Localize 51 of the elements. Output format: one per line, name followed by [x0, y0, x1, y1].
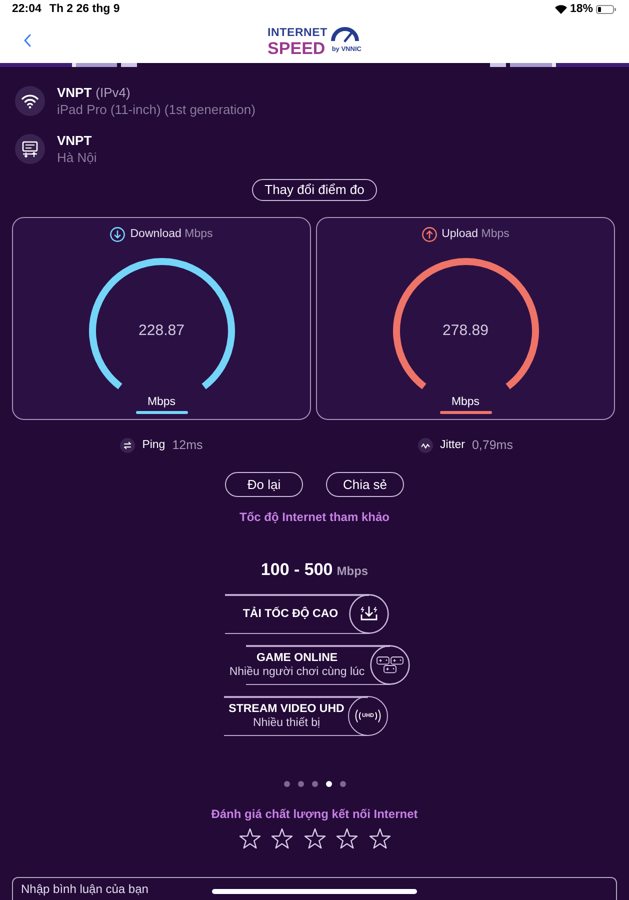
speed-card-title: Download Mbps — [130, 227, 213, 241]
metric-value: 12ms — [172, 438, 203, 452]
action-button[interactable]: Đo lại — [225, 472, 303, 497]
provider-detail: Hà Nội — [57, 149, 97, 166]
change-server-button[interactable]: Thay đổi điểm đo — [252, 179, 378, 201]
metric-value: 0,79ms — [472, 438, 513, 452]
gamepads-icon — [370, 645, 410, 685]
rating-star[interactable] — [271, 828, 293, 849]
battery-percentage: 18% — [570, 2, 593, 16]
metric-label: Ping — [142, 438, 166, 452]
rating-star[interactable] — [304, 828, 326, 849]
rating-star[interactable] — [368, 828, 390, 849]
speed-card-title: Upload Mbps — [442, 227, 510, 241]
rating-title: Đánh giá chất lượng kết nối Internet — [211, 806, 418, 822]
speed-value: 228.87 — [138, 322, 184, 340]
wave-icon — [418, 438, 434, 452]
unit-underline — [440, 411, 492, 414]
feature-title: TẢI TỐC ĐỘ CAO — [242, 607, 338, 621]
metric-label: Jitter — [440, 438, 465, 452]
unit-underline — [136, 411, 188, 414]
signal-waves-icon — [354, 709, 362, 723]
signal-waves-icon — [374, 709, 382, 723]
speed-unit: Mbps — [147, 395, 176, 409]
status-date: Th 2 26 thg 9 — [49, 2, 120, 16]
status-time: 22:04 — [12, 2, 42, 16]
rating-star[interactable] — [336, 828, 358, 849]
speed-range-unit: Mbps — [336, 564, 368, 579]
speed-value: 278.89 — [442, 322, 488, 340]
wifi-icon — [15, 86, 45, 116]
speed-range: 100 - 500 — [260, 559, 333, 580]
logo-wordmark: INTERNET — [268, 26, 328, 40]
ip-version-label: (IPv4) — [96, 84, 130, 101]
speed-unit: Mbps — [451, 395, 480, 409]
back-chevron-icon — [24, 34, 30, 47]
rating-star[interactable] — [238, 828, 260, 849]
wifi-signal-icon — [554, 4, 567, 14]
feature-subtitle: Nhiều thiết bị — [252, 716, 320, 730]
provider-name: VNPT — [57, 84, 92, 101]
section-title: Tốc độ Internet tham khảo — [239, 509, 390, 525]
feature-subtitle: Nhiều người chơi cùng lúc — [229, 665, 365, 679]
server-icon — [15, 134, 45, 164]
feature-title: GAME ONLINE — [256, 651, 338, 665]
feature-title: STREAM VIDEO UHD — [228, 702, 344, 716]
download-tray-icon — [349, 594, 389, 634]
action-button[interactable]: Chia sẻ — [326, 472, 404, 497]
provider-detail: iPad Pro (11-inch) (1st generation) — [57, 101, 256, 118]
battery-icon — [596, 4, 616, 14]
logo-wordmark: SPEED — [268, 40, 326, 56]
provider-name: VNPT — [57, 132, 92, 149]
speedometer-icon — [329, 24, 362, 42]
swap-arrows-icon — [120, 438, 136, 452]
